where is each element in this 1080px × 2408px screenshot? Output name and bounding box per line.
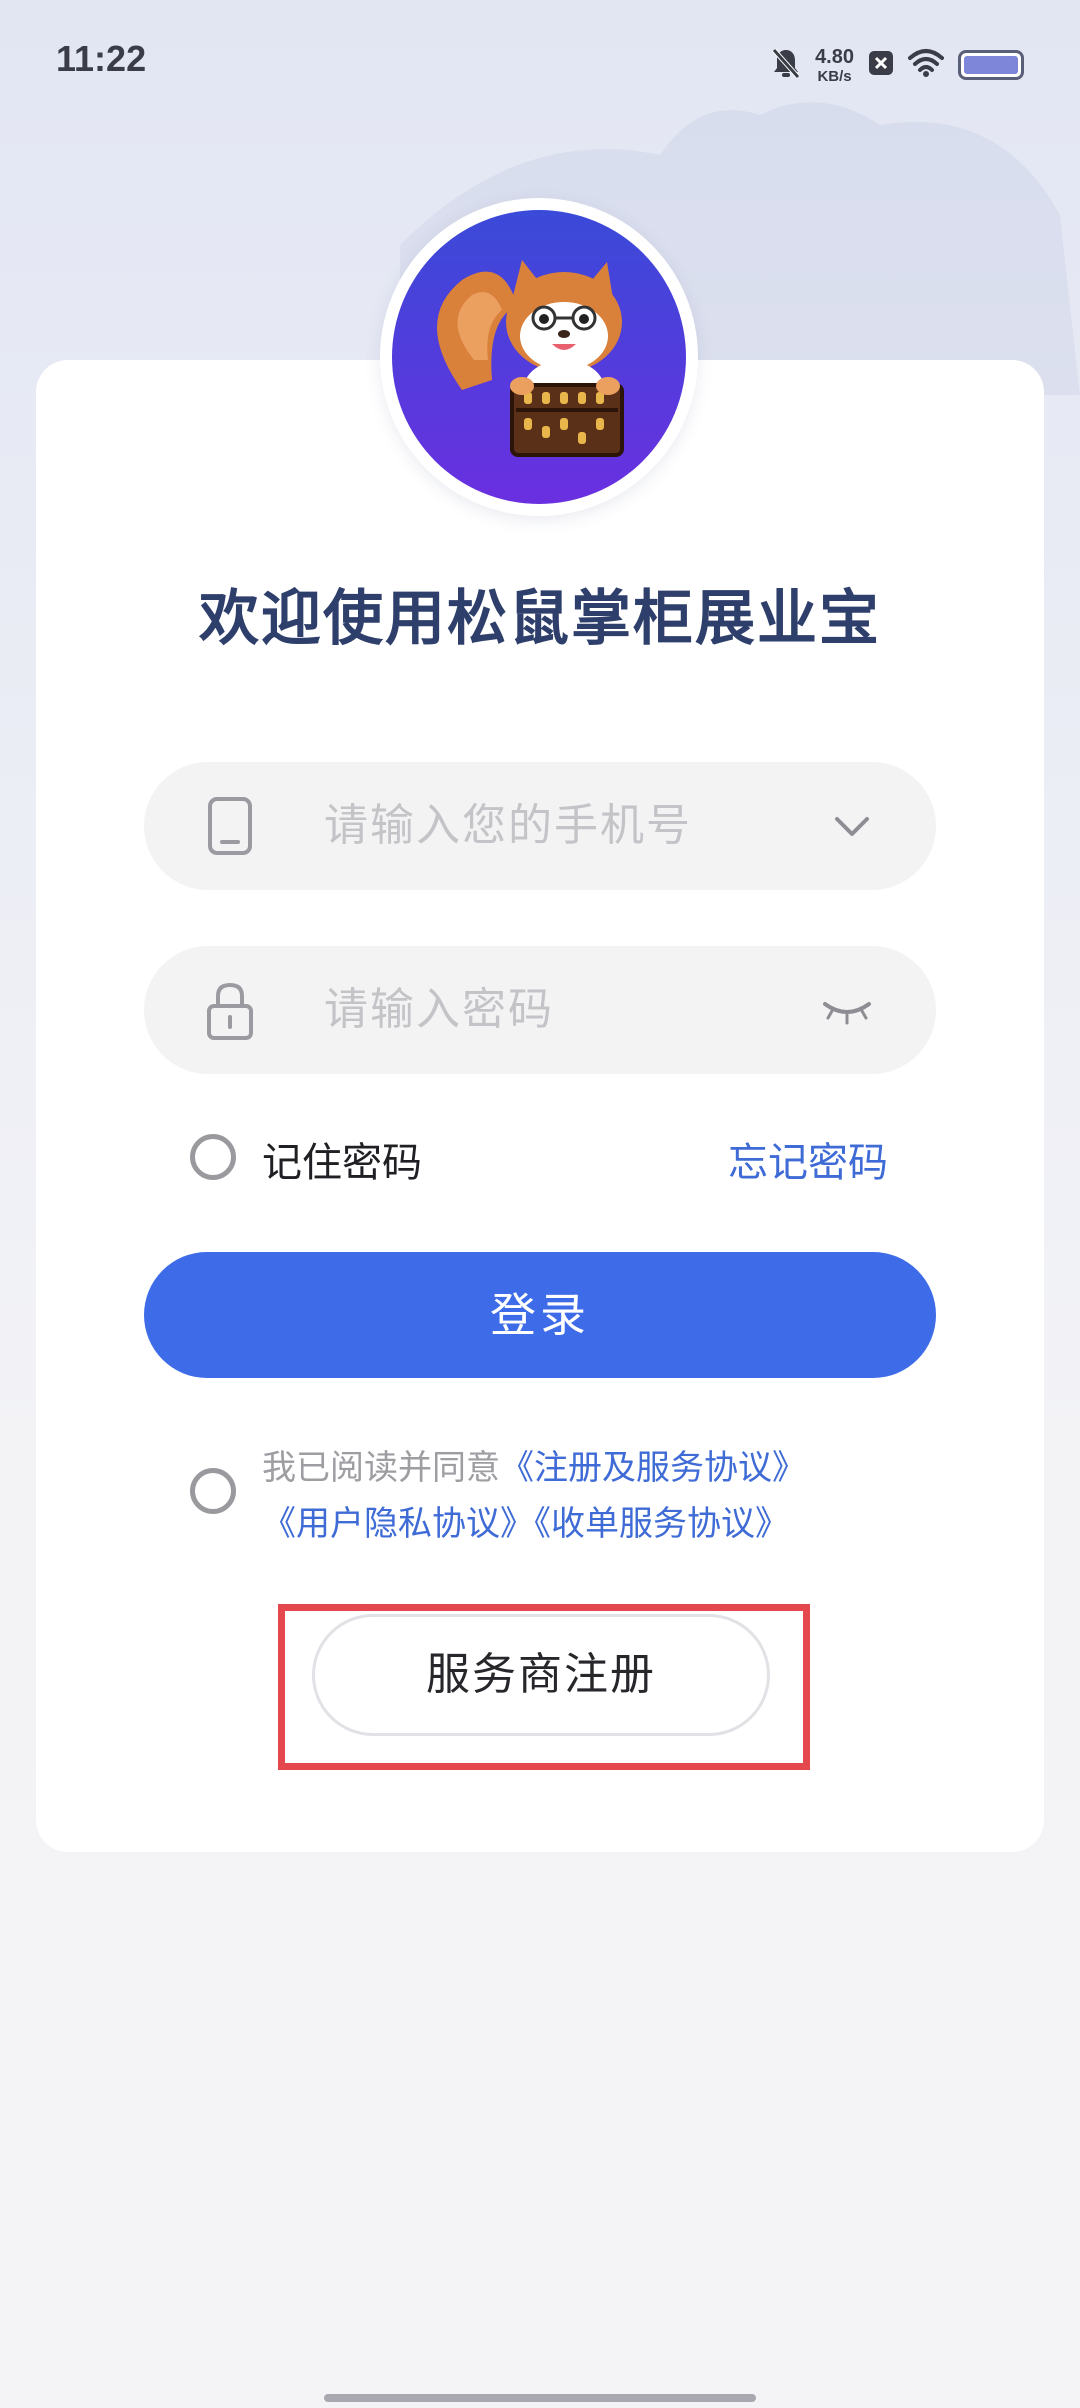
phone-icon (204, 796, 256, 860)
remember-password-label[interactable]: 记住密码 (262, 1130, 422, 1188)
password-placeholder: 请输入密码 (324, 984, 554, 1035)
app-logo (380, 198, 698, 516)
remember-password-radio[interactable] (190, 1134, 236, 1180)
login-button[interactable]: 登录 (144, 1252, 936, 1378)
status-bar: 11:22 4.80 KB/s (0, 0, 1080, 110)
service-provider-register-button[interactable]: 服务商注册 (312, 1614, 770, 1736)
chevron-down-icon[interactable] (832, 806, 872, 850)
acquiring-service-agreement-link[interactable]: 《收单服务协议》 (534, 1504, 789, 1544)
network-speed: 4.80 KB/s (815, 47, 854, 84)
battery-icon (958, 50, 1024, 80)
wifi-icon (908, 48, 944, 82)
welcome-title: 欢迎使用松鼠掌柜展业宝 (199, 584, 881, 654)
close-box-icon (868, 49, 894, 81)
registration-service-agreement-link[interactable]: 《注册及服务协议》 (500, 1448, 806, 1488)
net-speed-unit: KB/s (817, 67, 852, 85)
status-icons: 4.80 KB/s (771, 40, 1024, 90)
phone-input[interactable]: 请输入您的手机号 (144, 762, 936, 890)
home-indicator[interactable] (324, 2394, 756, 2402)
password-input[interactable]: 请输入密码 (144, 946, 936, 1074)
agreement-radio[interactable] (190, 1468, 236, 1514)
agreement-prefix: 我已阅读并同意 (262, 1448, 500, 1488)
user-privacy-agreement-link[interactable]: 《用户隐私协议》 (262, 1504, 534, 1544)
forgot-password-link[interactable]: 忘记密码 (728, 1130, 888, 1188)
phone-placeholder: 请输入您的手机号 (324, 800, 692, 851)
bell-muted-icon (771, 47, 801, 83)
squirrel-mascot-icon (392, 210, 686, 504)
lock-icon (204, 980, 256, 1046)
agreement-text: 我已阅读并同意《注册及服务协议》 《用户隐私协议》《收单服务协议》 (262, 1440, 822, 1552)
status-time: 11:22 (56, 38, 147, 79)
eye-closed-icon[interactable] (822, 990, 872, 1034)
net-speed-value: 4.80 (815, 45, 854, 68)
